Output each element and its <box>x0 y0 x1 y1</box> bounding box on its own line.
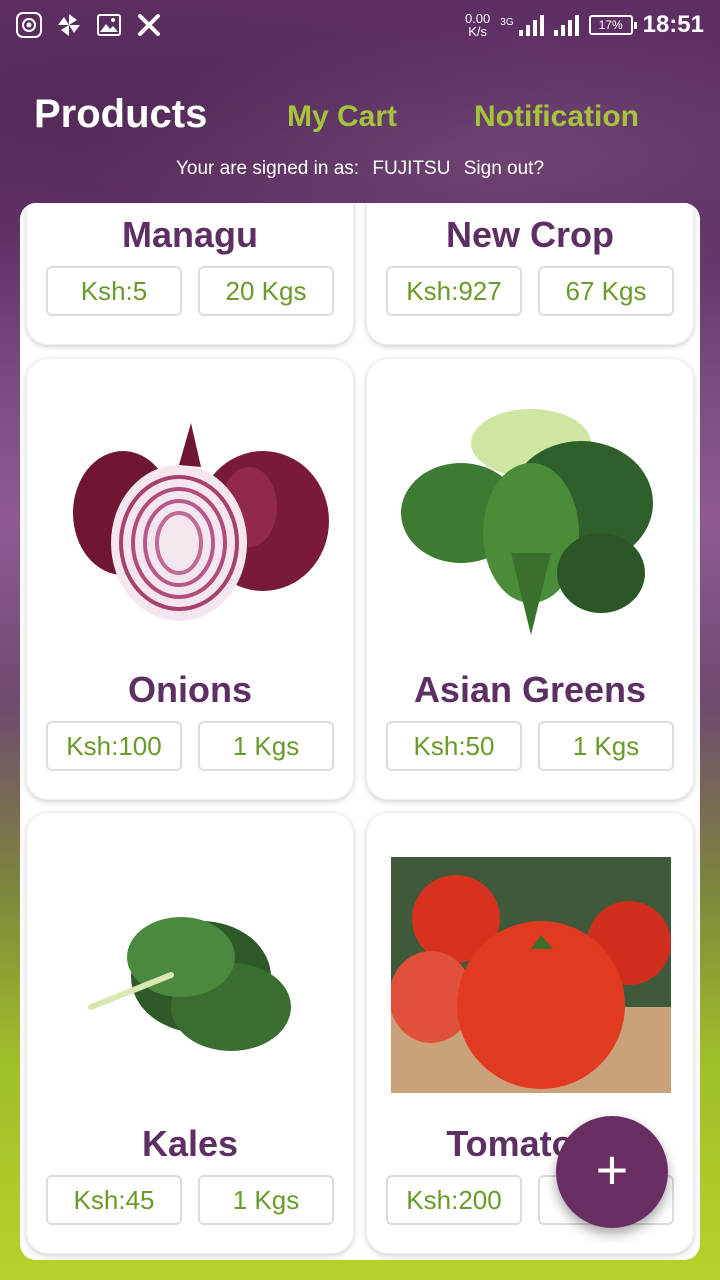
product-name: Kales <box>141 1123 239 1164</box>
product-quantity: 1 Kgs <box>198 721 334 771</box>
product-price: Ksh:45 <box>46 1175 182 1225</box>
product-quantity: 67 Kgs <box>538 266 674 316</box>
tab-notification[interactable]: Notification <box>474 100 639 134</box>
tab-my-cart[interactable]: My Cart <box>287 100 397 134</box>
plus-icon: + <box>595 1138 629 1201</box>
battery-icon: 17% <box>588 15 637 35</box>
product-grid: Managu Ksh:5 20 Kgs New Crop Ksh:927 67 … <box>20 203 700 1260</box>
product-card[interactable]: Onions Ksh:100 1 Kgs <box>26 358 354 800</box>
image-icon <box>96 12 122 38</box>
product-price: Ksh:200 <box>386 1175 522 1225</box>
product-card[interactable]: New Crop Ksh:927 67 Kgs <box>366 203 694 345</box>
product-price: Ksh:5 <box>46 266 182 316</box>
clock: 18:51 <box>642 11 704 38</box>
sign-out-link[interactable]: Sign out? <box>464 158 544 179</box>
x-app-icon <box>136 12 162 38</box>
product-card[interactable]: Managu Ksh:5 20 Kgs <box>26 203 354 345</box>
pinwheel-icon <box>56 12 82 38</box>
username: FUJITSU <box>372 158 451 179</box>
network-speed: 0.00 K/s <box>464 11 491 39</box>
product-name: New Crop <box>445 214 614 255</box>
product-name: Asian Greens <box>413 669 647 710</box>
app-header: Products My Cart Notification Your are s… <box>0 80 720 200</box>
signal-3g-icon: 3G <box>500 14 544 36</box>
status-bar: 0.00 K/s 3G 17% 18:51 <box>0 0 720 50</box>
signed-in-label: Your are signed in as: <box>175 158 360 179</box>
product-price: Ksh:100 <box>46 721 182 771</box>
tab-products[interactable]: Products <box>34 92 207 137</box>
screen-record-icon <box>16 12 42 38</box>
asian-greens-image <box>391 403 671 639</box>
kales-image <box>51 857 331 1093</box>
product-card[interactable]: Kales Ksh:45 1 Kgs <box>26 812 354 1254</box>
product-quantity: 20 Kgs <box>198 266 334 316</box>
product-quantity: 1 Kgs <box>198 1175 334 1225</box>
add-product-button[interactable]: + <box>556 1116 668 1228</box>
product-price: Ksh:50 <box>386 721 522 771</box>
product-name: Onions <box>128 669 252 710</box>
product-name: Managu <box>121 214 258 255</box>
signed-in-bar: Your are signed in as: FUJITSU Sign out? <box>0 158 720 180</box>
product-price: Ksh:927 <box>386 266 522 316</box>
tomatoes-image <box>389 857 671 1093</box>
product-card[interactable]: Asian Greens Ksh:50 1 Kgs <box>366 358 694 800</box>
product-quantity: 1 Kgs <box>538 721 674 771</box>
onions-image <box>51 403 331 639</box>
signal-icon <box>553 14 579 36</box>
